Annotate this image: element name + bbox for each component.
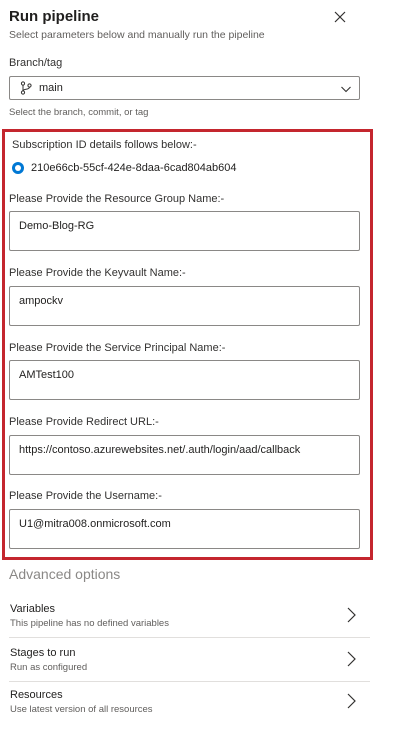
chevron-right-icon bbox=[347, 607, 356, 623]
branch-label: Branch/tag bbox=[9, 57, 63, 69]
branch-value: main bbox=[39, 82, 63, 94]
username-input[interactable]: U1@mitra008.onmicrosoft.com bbox=[9, 509, 360, 549]
branch-icon bbox=[20, 81, 32, 95]
username-value: U1@mitra008.onmicrosoft.com bbox=[19, 518, 171, 530]
branch-hint: Select the branch, commit, or tag bbox=[9, 107, 149, 118]
variables-row[interactable]: Variables This pipeline has no defined v… bbox=[0, 594, 371, 638]
service-principal-input[interactable]: AMTest100 bbox=[9, 360, 360, 400]
stages-title: Stages to run bbox=[10, 647, 76, 659]
panel-subtitle: Select parameters below and manually run… bbox=[9, 29, 265, 41]
branch-dropdown[interactable]: main bbox=[9, 76, 360, 100]
resource-group-value: Demo-Blog-RG bbox=[19, 220, 95, 232]
resources-title: Resources bbox=[10, 689, 63, 701]
service-principal-label: Please Provide the Service Principal Nam… bbox=[9, 342, 226, 354]
redirect-url-value: https://contoso.azurewebsites.net/.auth/… bbox=[19, 444, 301, 456]
resources-row[interactable]: Resources Use latest version of all reso… bbox=[0, 682, 371, 726]
keyvault-label: Please Provide the Keyvault Name:- bbox=[9, 267, 186, 279]
advanced-options-heading: Advanced options bbox=[9, 566, 121, 582]
keyvault-value: ampockv bbox=[19, 295, 64, 307]
stages-row[interactable]: Stages to run Run as configured bbox=[0, 638, 371, 682]
chevron-down-icon bbox=[341, 86, 351, 93]
redirect-url-label: Please Provide Redirect URL:- bbox=[9, 416, 159, 428]
resources-subtitle: Use latest version of all resources bbox=[10, 704, 153, 715]
variables-subtitle: This pipeline has no defined variables bbox=[10, 618, 169, 629]
subscription-label: Subscription ID details follows below:- bbox=[12, 139, 197, 151]
resource-group-label: Please Provide the Resource Group Name:- bbox=[9, 193, 225, 205]
redirect-url-input[interactable]: https://contoso.azurewebsites.net/.auth/… bbox=[9, 435, 360, 475]
chevron-right-icon bbox=[347, 651, 356, 667]
subscription-radio[interactable] bbox=[12, 162, 24, 174]
stages-subtitle: Run as configured bbox=[10, 662, 88, 673]
subscription-value: 210e66cb-55cf-424e-8daa-6cad804ab604 bbox=[31, 162, 237, 174]
username-label: Please Provide the Username:- bbox=[9, 490, 162, 502]
keyvault-input[interactable]: ampockv bbox=[9, 286, 360, 326]
chevron-right-icon bbox=[347, 693, 356, 709]
close-icon[interactable] bbox=[332, 9, 348, 25]
service-principal-value: AMTest100 bbox=[19, 369, 75, 381]
resource-group-input[interactable]: Demo-Blog-RG bbox=[9, 211, 360, 251]
variables-title: Variables bbox=[10, 603, 56, 615]
panel-title: Run pipeline bbox=[9, 8, 99, 25]
